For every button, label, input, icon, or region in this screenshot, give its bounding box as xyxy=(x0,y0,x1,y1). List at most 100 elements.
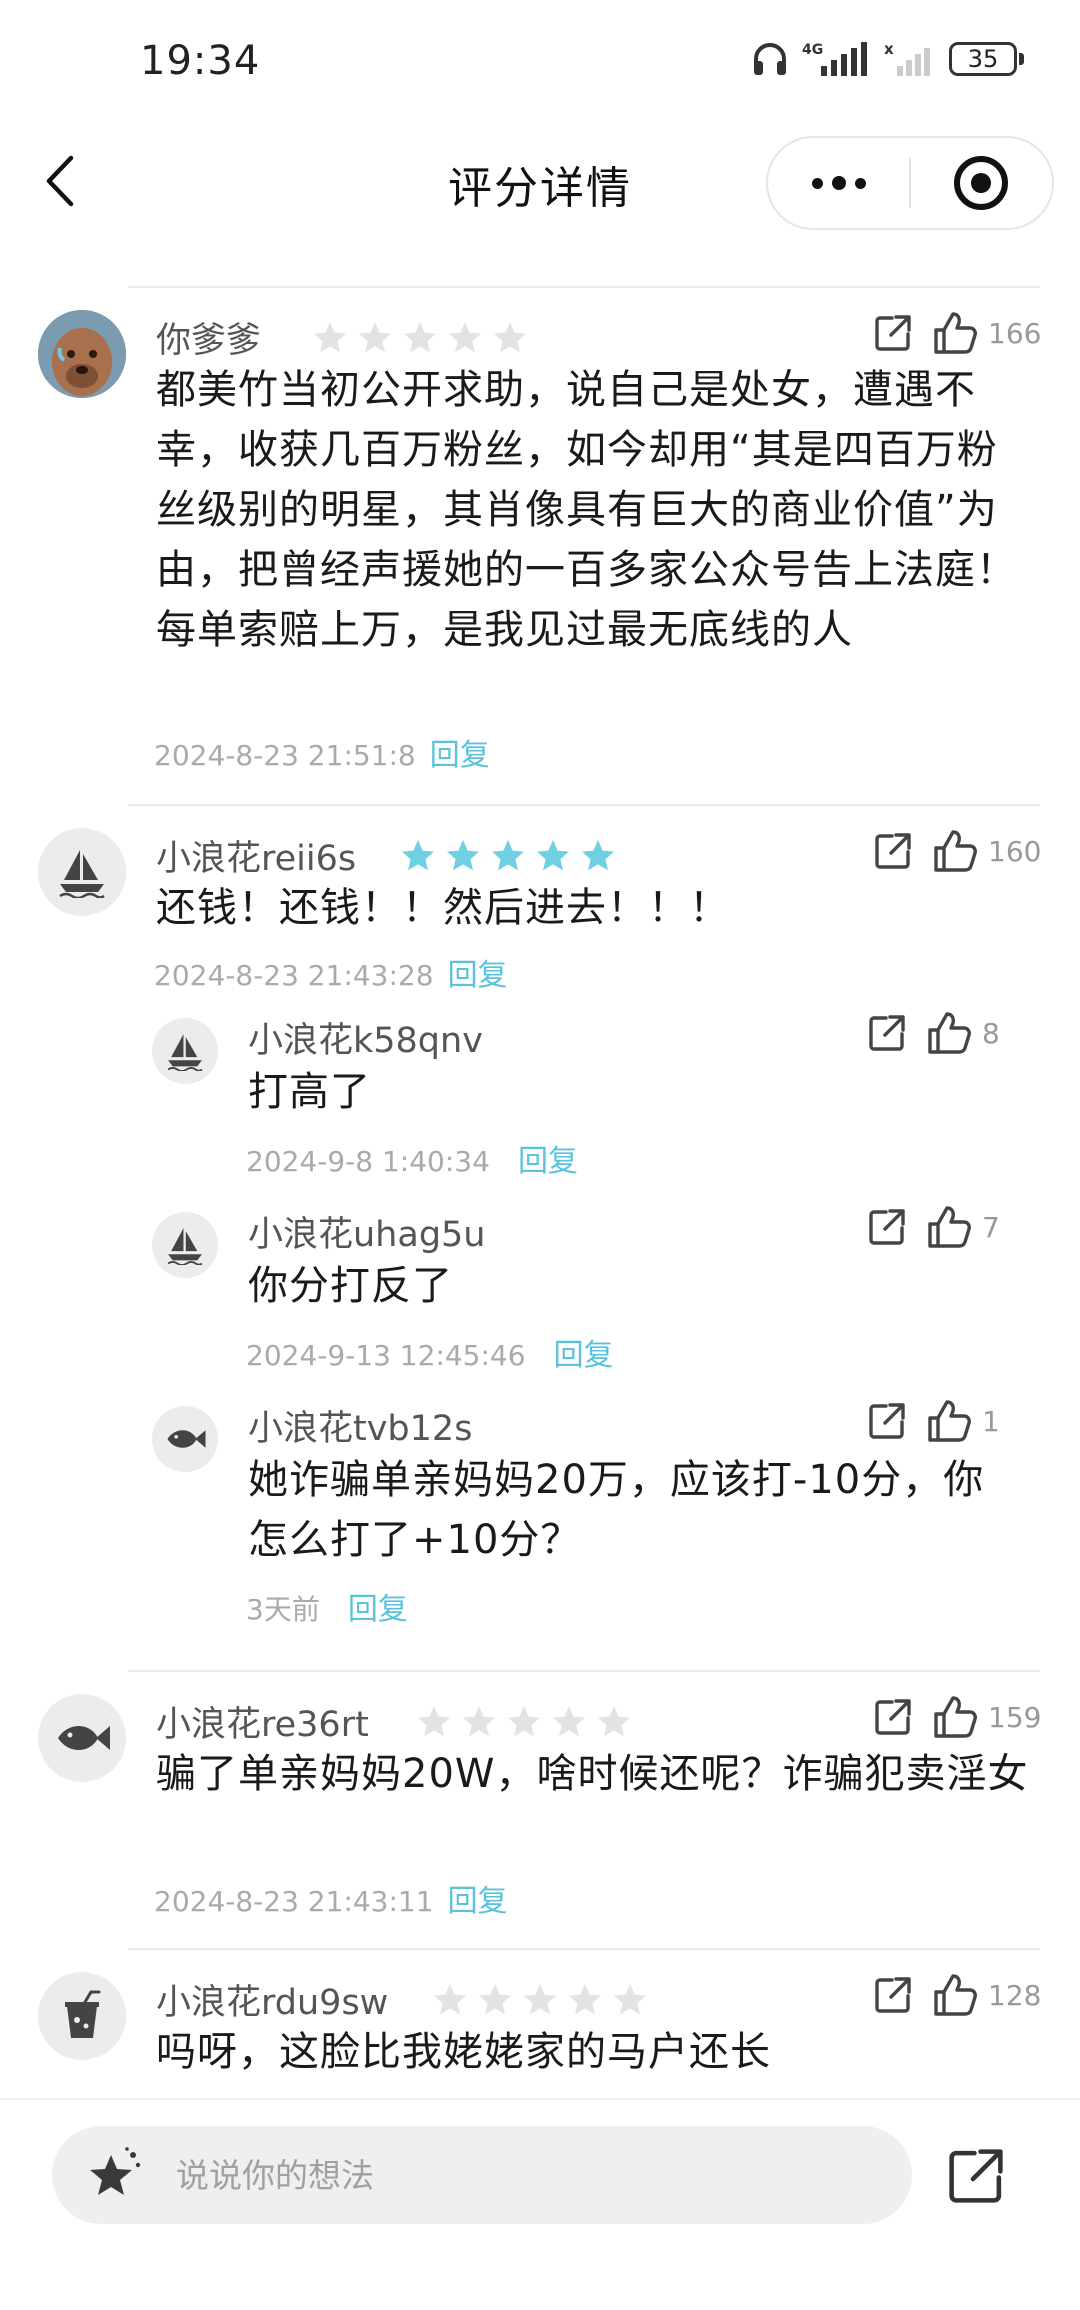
close-button[interactable] xyxy=(911,138,1052,228)
rating-stars xyxy=(416,1704,632,1740)
mini-program-capsule xyxy=(766,136,1054,230)
share-button[interactable] xyxy=(938,2138,1014,2214)
comment-username[interactable]: 小浪花reii6s xyxy=(156,830,356,881)
svg-text:x: x xyxy=(884,40,894,58)
headphones-icon xyxy=(754,43,786,75)
reply-time: 2024-9-13 12:45:46 xyxy=(246,1339,526,1372)
reply-time: 2024-9-8 1:40:34 xyxy=(246,1145,490,1178)
share-icon[interactable] xyxy=(872,1696,914,1738)
like-button[interactable]: 128 xyxy=(932,1972,1041,2018)
comment-actions: 159 xyxy=(872,1694,1041,1740)
reply-button[interactable]: 回复 xyxy=(448,958,508,993)
like-count: 128 xyxy=(988,1978,1042,2012)
like-count: 166 xyxy=(988,316,1042,350)
share-icon[interactable] xyxy=(866,1206,908,1248)
reply-button[interactable]: 回复 xyxy=(518,1144,578,1179)
reply-username[interactable]: 小浪花k58qnv xyxy=(248,1012,483,1063)
comment-input-box[interactable] xyxy=(52,2126,912,2224)
star-empty-icon xyxy=(524,1984,556,2015)
like-button[interactable]: 166 xyxy=(932,310,1041,356)
comment-text: 都美竹当初公开求助，说自己是处女，遭遇不幸，收获几百万粉丝，如今却用“其是四百万… xyxy=(156,367,1017,653)
share-icon[interactable] xyxy=(866,1012,908,1054)
comment-meta: 2024-8-23 21:43:28 回复 xyxy=(154,950,508,994)
star-empty-icon xyxy=(479,1984,511,2015)
star-empty-icon xyxy=(598,1706,630,1737)
nav-bar: 评分详情 xyxy=(0,126,1080,238)
share-icon[interactable] xyxy=(872,1974,914,2016)
thumbs-up-icon xyxy=(934,1974,977,2016)
fish-avatar[interactable] xyxy=(38,1694,126,1782)
fish-icon xyxy=(167,1430,206,1448)
like-button[interactable]: 160 xyxy=(932,828,1041,874)
reply-username[interactable]: 小浪花uhag5u xyxy=(248,1206,485,1257)
comment-username[interactable]: 小浪花re36rt xyxy=(156,1696,369,1747)
like-count: 160 xyxy=(988,834,1042,868)
like-button[interactable]: 8 xyxy=(926,1010,1018,1056)
more-button[interactable] xyxy=(768,138,909,228)
like-button[interactable]: 1 xyxy=(926,1398,1018,1444)
battery-indicator: 35 xyxy=(949,42,1024,76)
reply-actions: 1 xyxy=(866,1398,1018,1444)
star-filled-icon xyxy=(402,840,434,871)
star-sparkle-icon xyxy=(78,2140,148,2210)
like-count: 8 xyxy=(982,1016,1000,1050)
sailboat-avatar[interactable] xyxy=(38,828,126,916)
star-empty-icon xyxy=(494,322,526,353)
reply-text: 打高了 xyxy=(248,1069,371,1115)
thumbs-up-icon xyxy=(928,1012,971,1054)
chevron-left-icon xyxy=(46,155,74,207)
divider xyxy=(128,1948,1040,1950)
reply-text: 她诈骗单亲妈妈20万，应该打-10分，你怎么打了+10分？ xyxy=(248,1457,985,1563)
reply-actions: 7 xyxy=(866,1204,1018,1250)
like-count: 159 xyxy=(988,1700,1042,1734)
comment-list[interactable]: 你爹爹 166 都美竹当初公开求助，说自己是处女，遭遇不幸，收获几百万粉丝，如今… xyxy=(0,238,1080,2098)
status-icons: 4G x 35 xyxy=(751,40,1024,78)
reply-button[interactable]: 回复 xyxy=(430,738,490,773)
like-count: 1 xyxy=(982,1404,1000,1438)
comment-text: 还钱！还钱！！然后进去！！！ xyxy=(156,885,730,931)
back-button[interactable] xyxy=(30,148,90,214)
comment-actions: 160 xyxy=(872,828,1041,874)
dog-photo-avatar[interactable] xyxy=(38,310,126,398)
thumbs-up-icon xyxy=(928,1206,971,1248)
reply-text: 你分打反了 xyxy=(248,1263,453,1309)
comment-time: 2024-8-23 21:43:28 xyxy=(154,959,434,992)
dog-face-icon xyxy=(38,310,126,398)
divider xyxy=(128,804,1040,806)
star-empty-icon xyxy=(553,1706,585,1737)
share-icon[interactable] xyxy=(872,312,914,354)
comment-username[interactable]: 你爹爹 xyxy=(156,312,261,363)
comment-meta: 2024-8-23 21:43:11 回复 xyxy=(154,1876,508,1920)
reply-button[interactable]: 回复 xyxy=(554,1338,614,1373)
bottom-bar xyxy=(0,2100,1080,2310)
reply-button[interactable]: 回复 xyxy=(348,1592,408,1627)
signal-empty-icon: x xyxy=(884,40,930,76)
comment-time: 2024-8-23 21:43:11 xyxy=(154,1885,434,1918)
sailboat-icon xyxy=(59,850,105,898)
reply-username[interactable]: 小浪花tvb12s xyxy=(248,1400,472,1451)
star-filled-icon xyxy=(582,840,614,871)
comment-time: 2024-8-23 21:51:8 xyxy=(154,739,416,772)
star-filled-icon xyxy=(492,840,524,871)
rating-stars xyxy=(400,838,616,874)
like-button[interactable]: 7 xyxy=(926,1204,1018,1250)
target-close-icon xyxy=(954,156,1009,210)
fish-avatar[interactable] xyxy=(152,1406,218,1472)
drink-cup-avatar[interactable] xyxy=(38,1972,126,2060)
share-icon[interactable] xyxy=(866,1400,908,1442)
sailboat-icon xyxy=(167,1034,203,1071)
star-empty-icon xyxy=(404,322,436,353)
like-button[interactable]: 159 xyxy=(932,1694,1041,1740)
reply-button[interactable]: 回复 xyxy=(448,1884,508,1919)
status-time: 19:34 xyxy=(140,38,261,84)
share-icon[interactable] xyxy=(872,830,914,872)
reply-meta: 2024-9-8 1:40:34 回复 xyxy=(246,1136,578,1180)
thumbs-up-icon xyxy=(934,830,977,872)
signal-4g-icon: 4G xyxy=(802,42,867,76)
comment-username[interactable]: 小浪花rdu9sw xyxy=(156,1974,388,2025)
thumbs-up-icon xyxy=(934,312,977,354)
sailboat-avatar[interactable] xyxy=(152,1212,218,1278)
star-empty-icon xyxy=(449,322,481,353)
comment-input[interactable] xyxy=(176,2155,796,2195)
sailboat-avatar[interactable] xyxy=(152,1018,218,1084)
